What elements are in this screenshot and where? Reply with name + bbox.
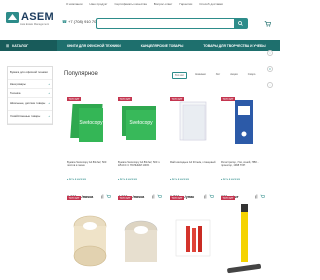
top-link-guarantees[interactable]: Гарантии xyxy=(179,2,192,6)
top-links-bar: О компании Наш продукт Сертификаты качес… xyxy=(0,0,280,8)
search-input[interactable] xyxy=(97,26,232,36)
plus-icon: + xyxy=(48,82,50,86)
sidebar-item-tech[interactable]: Техника + xyxy=(8,89,52,98)
logo-icon xyxy=(6,11,19,23)
product-image: Svetocopy xyxy=(118,98,164,148)
status-badge: ТОП ХИТ xyxy=(67,97,81,102)
plus-icon: + xyxy=(48,114,50,118)
product-name[interactable]: Файл-вкладыш A4 30 мкм, глянцевый xyxy=(170,161,216,164)
search-box xyxy=(96,18,248,36)
status-badge: ТОП ХИТ xyxy=(118,97,132,102)
box-label: Svetocopy xyxy=(79,120,103,126)
product-card[interactable]: ТОП ХИТ xyxy=(118,196,164,280)
stock-status: ● Есть в наличии xyxy=(118,178,138,181)
nav-link-office-paper[interactable]: КНИГИ ДЛЯ ОФИСНОЙ ТЕХНИКИ xyxy=(67,44,121,48)
site-header: ASEM Asia Estate Management ☎ +7 (708) 9… xyxy=(0,8,280,40)
stock-status: ● Есть в наличии xyxy=(221,178,241,181)
product-card[interactable]: Svetocopy ТОП ХИТ Бумага Svetocopy A4 80… xyxy=(67,76,113,206)
plus-icon: + xyxy=(48,101,50,105)
product-card[interactable]: Svetocopy ТОП ХИТ Бумага Svetocopy A4 80… xyxy=(118,76,164,206)
product-image xyxy=(221,98,267,148)
top-link-about[interactable]: О компании xyxy=(66,2,83,6)
logo[interactable]: ASEM xyxy=(6,11,54,23)
product-card[interactable]: ТОП ХИТ xyxy=(67,196,113,280)
product-image xyxy=(227,204,261,274)
product-image xyxy=(170,98,216,148)
product-image xyxy=(175,219,211,257)
nav-link-creativity[interactable]: ТОВАРЫ ДЛЯ ТВОРЧЕСТВА И УЧЕБЫ xyxy=(203,44,265,48)
product-image xyxy=(124,220,158,262)
top-link-faq[interactable]: Вопрос-ответ xyxy=(154,2,173,6)
cart-float-icon[interactable]: ◦ xyxy=(267,82,273,88)
status-badge: ТОП ХИТ xyxy=(170,97,184,102)
phone-icon: ☎ xyxy=(62,19,67,24)
product-name[interactable]: Бумага Svetocopy A4 80г/м2, 500 л. КЛАСС… xyxy=(118,161,164,168)
nav-link-stationery[interactable]: КАНЦЕЛЯРСКИЕ ТОВАРЫ xyxy=(141,44,184,48)
catalog-button[interactable]: ☰ КАТАЛОГ xyxy=(0,40,57,51)
top-link-delivery[interactable]: Способ доставки xyxy=(199,2,223,6)
status-badge: ТОП ХИТ xyxy=(221,97,235,102)
sidebar-item-household[interactable]: Хозяйственные товары + xyxy=(8,111,52,124)
compare-icon[interactable]: ≡ xyxy=(267,66,273,72)
stock-status: ● Есть в наличии xyxy=(67,178,87,181)
plus-icon: + xyxy=(48,91,50,95)
heart-icon[interactable]: ♡ xyxy=(267,50,273,56)
search-button[interactable] xyxy=(234,19,247,29)
main-nav: ☰ КАТАЛОГ КНИГИ ДЛЯ ОФИСНОЙ ТЕХНИКИ КАНЦ… xyxy=(0,40,280,51)
sidebar-item-office-paper[interactable]: Бумага для офисной техники xyxy=(8,67,52,80)
search-icon xyxy=(238,21,243,26)
product-card[interactable]: ТОП ХИТ xyxy=(221,196,267,280)
category-sidebar: Бумага для офисной техники Канцтовары + Т… xyxy=(7,66,53,125)
sidebar-item-stationery[interactable]: Канцтовары + xyxy=(8,80,52,89)
logo-text: ASEM xyxy=(21,11,54,23)
top-link-certificates[interactable]: Сертификаты качества xyxy=(115,2,147,6)
logo-subtitle: Asia Estate Management xyxy=(20,23,49,26)
product-card[interactable]: ТОП ХИТ xyxy=(170,196,216,280)
product-card[interactable]: ТОП ХИТ Регистратор, 7см, синий, ПВХ - п… xyxy=(221,76,267,206)
product-card[interactable]: ТОП ХИТ Файл-вкладыш A4 30 мкм, глянцевы… xyxy=(170,76,216,206)
menu-icon: ☰ xyxy=(6,43,10,48)
stock-status: ● Есть в наличии xyxy=(170,178,190,181)
top-link-product[interactable]: Наш продукт xyxy=(90,2,108,6)
product-name[interactable]: Регистратор, 7см, синий, ПВХ - проектор,… xyxy=(221,161,267,168)
sidebar-item-school[interactable]: Школьные, детские товары + xyxy=(8,98,52,111)
product-image: Svetocopy xyxy=(67,98,113,148)
product-name[interactable]: Бумага Svetocopy A4 80г/м2, 500 листов в… xyxy=(67,161,113,168)
product-image xyxy=(73,215,107,267)
floating-actions: ♡ ≡ ◦ xyxy=(267,50,273,88)
cart-icon[interactable] xyxy=(264,20,271,27)
box-label: Svetocopy xyxy=(129,120,153,126)
